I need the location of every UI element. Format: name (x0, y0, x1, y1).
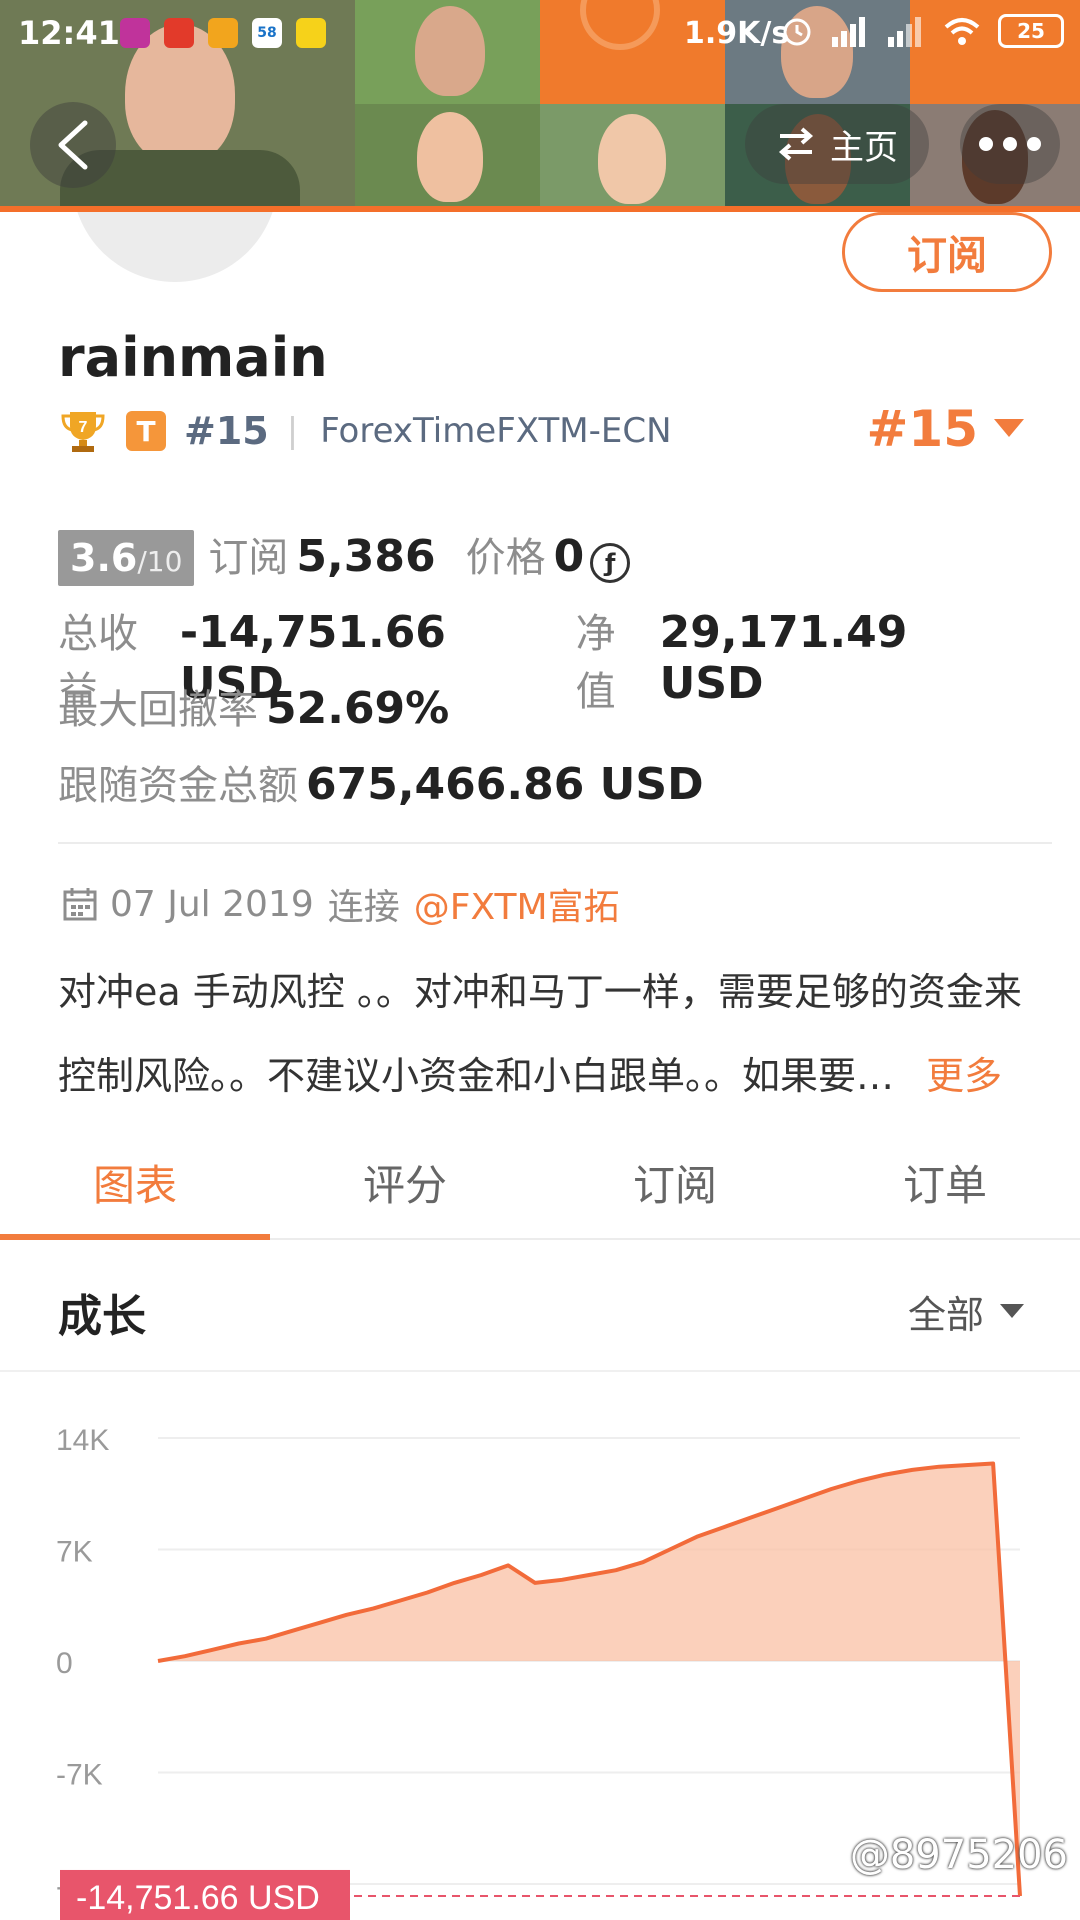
rank-small: #15 (184, 409, 269, 453)
price-label: 价格 (465, 535, 546, 581)
equity-value: 29,171.49 USD (659, 607, 908, 709)
subscriptions-label: 订阅 (208, 535, 289, 581)
broker-name: ForexTimeFXTM-ECN (320, 411, 672, 451)
stats-panel: 3.6/10 订阅 5,386 价格 0 ƒ 总收益 -14,751.66 US… (58, 525, 1038, 829)
trophy-icon: 7 (61, 412, 105, 452)
banner-photo-3 (355, 104, 540, 208)
app-icon-4: 58 (252, 18, 282, 48)
strategy-description: 对冲ea 手动风控 。。对冲和马丁一样，需要足够的资金来 控制风险。。不建议小资… (58, 950, 1048, 1118)
banner-photo-4 (540, 104, 725, 208)
tab-rating[interactable]: 评分 (270, 1140, 540, 1238)
description-line-1: 对冲ea 手动风控 。。对冲和马丁一样，需要足够的资金来 (58, 970, 1022, 1014)
tab-subscribe[interactable]: 订阅 (540, 1140, 810, 1238)
subscribe-button[interactable]: 订阅 (842, 212, 1052, 292)
y-tick-label: 14K (56, 1424, 109, 1457)
meta-separator: | (286, 411, 299, 451)
coin-icon: ƒ (590, 543, 631, 583)
score-badge: 3.6/10 (58, 530, 195, 586)
stats-row-profit: 总收益 -14,751.66 USD 净值 29,171.49 USD (58, 601, 1038, 715)
broker-link[interactable]: @FXTM富拓 (414, 878, 620, 930)
y-tick-label: 7K (56, 1536, 93, 1569)
connection-info: 07 Jul 2019 连接 @FXTM富拓 (62, 878, 620, 930)
rank-big: #15 (866, 400, 978, 458)
max-drawdown-value: 52.69% (266, 683, 450, 734)
status-net-speed: 1.9K/s (684, 16, 790, 51)
connection-date: 07 Jul 2019 (110, 883, 314, 925)
caret-down-icon (994, 419, 1024, 437)
watermark: @8975206 (849, 1832, 1068, 1878)
description-line-2-text: 控制风险。。不建议小资金和小白跟单。。如果要… (58, 1054, 895, 1098)
more-dot-icon (1027, 137, 1041, 151)
trader-badge: T (126, 411, 166, 451)
app-icon-5 (296, 18, 326, 48)
follow-funds-label: 跟随资金总额 (58, 763, 298, 809)
status-system-icons: 25 (780, 14, 1064, 48)
status-bar: 12:41 58 1.9K/s 25 (0, 0, 1080, 72)
more-link[interactable]: 更多 (926, 1054, 1002, 1098)
app-icon-1 (120, 18, 150, 48)
range-selector[interactable]: 全部 (908, 1284, 1024, 1339)
tab-chart[interactable]: 图表 (0, 1140, 270, 1240)
banner-accent-line (0, 206, 1080, 212)
subscriptions-value: 5,386 (296, 531, 436, 582)
signal-icon-2 (888, 17, 921, 47)
score-max: /10 (137, 545, 183, 578)
stats-row-score: 3.6/10 订阅 5,386 价格 0 ƒ (58, 525, 1038, 601)
calendar-icon (63, 888, 97, 921)
trophy-digit: 7 (79, 419, 88, 436)
max-drawdown-label: 最大回撤率 (58, 687, 258, 733)
price-value: 0 (553, 531, 585, 582)
status-app-icons: 58 (120, 18, 326, 48)
app-icon-3 (208, 18, 238, 48)
stats-row-follow-funds: 跟随资金总额 675,466.86 USD (58, 753, 1038, 829)
more-options-button[interactable] (960, 104, 1060, 184)
y-tick-label: 0 (56, 1647, 73, 1680)
growth-title: 成长 (58, 1291, 146, 1342)
growth-header: 成长 全部 (0, 1242, 1080, 1372)
y-tick-label: -7K (56, 1759, 103, 1792)
header-banner: 12:41 58 1.9K/s 25 主页 (0, 0, 1080, 212)
battery-indicator: 25 (998, 14, 1064, 48)
alarm-icon (783, 18, 811, 46)
username: rainmain (58, 326, 328, 389)
home-button-label: 主页 (830, 127, 898, 168)
status-time: 12:41 (18, 14, 120, 52)
more-dot-icon (979, 137, 993, 151)
last-value-label: -14,751.66 USD (76, 1879, 320, 1917)
profile-meta-row: 7 T #15 | ForexTimeFXTM-ECN (60, 408, 672, 454)
range-selector-value: 全部 (907, 1293, 984, 1337)
signal-icon (832, 17, 865, 47)
chevron-left-icon (58, 120, 88, 170)
tab-orders[interactable]: 订单 (810, 1140, 1080, 1238)
section-divider (58, 842, 1052, 844)
connection-label: 连接 (327, 887, 400, 928)
home-button[interactable]: 主页 (745, 104, 929, 184)
equity-label: 净值 (575, 611, 616, 715)
follow-funds-value: 675,466.86 USD (306, 759, 704, 810)
caret-down-icon (1000, 1303, 1024, 1318)
score-value: 3.6 (70, 536, 138, 580)
swap-icon (778, 127, 814, 161)
rank-dropdown[interactable]: #15 (867, 400, 1024, 458)
page: 12:41 58 1.9K/s 25 主页 订阅 rainmain 7 T #1… (0, 0, 1080, 1920)
app-icon-2 (164, 18, 194, 48)
back-button[interactable] (30, 102, 116, 188)
more-dot-icon (1003, 137, 1017, 151)
description-line-2: 控制风险。。不建议小资金和小白跟单。。如果要… 更多 (58, 1034, 1048, 1118)
wifi-icon (944, 18, 980, 45)
tab-bar: 图表 评分 订阅 订单 (0, 1140, 1080, 1240)
